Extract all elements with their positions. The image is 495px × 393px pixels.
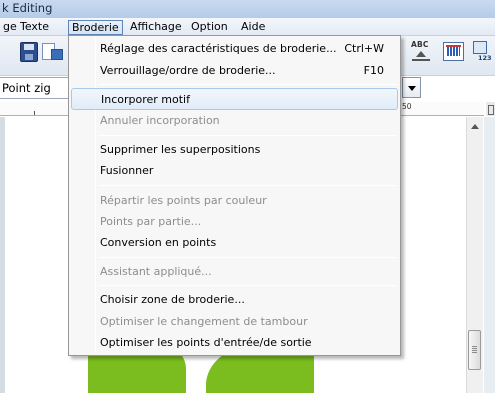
numbering-label: 123: [478, 54, 492, 62]
menu-item-repartir-points-couleur[interactable]: Répartir les points par couleur: [71, 190, 398, 212]
menu-option[interactable]: Option: [188, 20, 231, 35]
menu-separator: [98, 84, 397, 85]
ruler-toggle-icon[interactable]: [486, 102, 495, 116]
menu-item-label: Fusionner: [100, 164, 154, 177]
menu-item-shortcut: Ctrl+W: [344, 42, 384, 55]
menu-item-label: Conversion en points: [100, 236, 217, 249]
ruler-tick: [34, 111, 35, 115]
menu-item-label: Assistant appliqué...: [100, 265, 212, 278]
right-panel-edge: [484, 117, 495, 393]
scroll-up-icon[interactable]: [471, 124, 479, 129]
arrow-up-icon: [416, 51, 426, 57]
menu-item-optimiser-points-entree-sortie[interactable]: Optimiser les points d'entrée/de sortie: [71, 332, 398, 354]
menu-bar: ge Texte Broderie Affichage Option Aide: [0, 18, 495, 36]
abc-label: ABC: [411, 40, 429, 49]
numbering-icon[interactable]: 123: [471, 40, 493, 64]
menu-item-optimiser-changement-tambour[interactable]: Optimiser le changement de tambour: [71, 311, 398, 333]
menu-item-incorporer-motif[interactable]: Incorporer motif: [71, 88, 398, 110]
stitch-type-combo[interactable]: Point zig: [0, 77, 70, 99]
menu-item-label: Optimiser le changement de tambour: [100, 315, 308, 328]
stitch-type-value: Point zig: [2, 81, 51, 95]
menu-item-choisir-zone[interactable]: Choisir zone de broderie...: [71, 289, 398, 311]
menu-item-fusionner[interactable]: Fusionner: [71, 160, 398, 182]
menu-item-label: Annuler incorporation: [100, 114, 220, 127]
menu-separator: [98, 257, 397, 258]
window-title: k Editing: [2, 1, 53, 15]
ruler-label: 50: [402, 102, 412, 111]
menu-item-points-par-partie[interactable]: Points par partie...: [71, 211, 398, 233]
menu-item-assistant-applique[interactable]: Assistant appliqué...: [71, 261, 398, 283]
menu-item-annuler-incorporation[interactable]: Annuler incorporation: [71, 110, 398, 132]
dropdown-arrow-button[interactable]: [402, 77, 421, 98]
menu-item-reglage-caracteristiques[interactable]: Réglage des caractéristiques de broderie…: [71, 38, 398, 60]
menu-item-label: Choisir zone de broderie...: [100, 293, 245, 306]
menu-texte[interactable]: Texte: [17, 20, 52, 35]
abc-text-icon[interactable]: ABC: [410, 40, 432, 64]
export-icon[interactable]: [42, 43, 63, 61]
save-icon[interactable]: [20, 42, 38, 62]
menu-aide[interactable]: Aide: [238, 20, 268, 35]
menu-item-label: Incorporer motif: [101, 93, 190, 106]
menu-item-label: Points par partie...: [100, 215, 202, 228]
menu-separator: [98, 285, 397, 286]
menu-item-label: Répartir les points par couleur: [100, 194, 267, 207]
menu-item-label: Réglage des caractéristiques de broderie…: [100, 42, 337, 55]
menu-broderie[interactable]: Broderie: [68, 20, 123, 35]
broderie-dropdown-menu: Réglage des caractéristiques de broderie…: [68, 35, 401, 356]
scroll-thumb[interactable]: [468, 330, 481, 370]
title-bar: k Editing: [0, 0, 495, 18]
numbering-square: [473, 41, 487, 54]
menu-item-label: Verrouillage/ordre de broderie...: [100, 64, 276, 77]
menu-separator: [98, 135, 397, 136]
menu-item-shortcut: F10: [363, 64, 384, 77]
menu-item-verrouillage-ordre[interactable]: Verrouillage/ordre de broderie... F10: [71, 60, 398, 82]
menu-item-supprimer-superpositions[interactable]: Supprimer les superpositions: [71, 139, 398, 161]
baseline-mark: [412, 59, 430, 61]
menu-item-label: Optimiser les points d'entrée/de sortie: [100, 336, 312, 349]
menu-item-conversion-en-points[interactable]: Conversion en points: [71, 232, 398, 254]
menu-item-label: Supprimer les superpositions: [100, 143, 261, 156]
menu-separator: [98, 185, 397, 186]
thread-color-icon[interactable]: [443, 42, 464, 61]
menu-affichage[interactable]: Affichage: [127, 20, 185, 35]
